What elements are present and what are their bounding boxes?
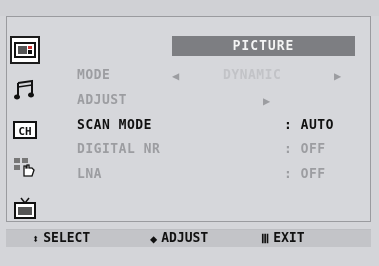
lna-label: LNA <box>77 167 102 182</box>
side-menu: CH <box>8 36 44 222</box>
picture-icon[interactable] <box>10 36 40 64</box>
menu-title-text: PICTURE <box>232 38 295 54</box>
channel-icon[interactable]: CH <box>10 116 40 144</box>
digital-nr-label: DIGITAL NR <box>77 142 161 157</box>
menu-row-lna[interactable]: LNA : OFF <box>77 165 357 185</box>
mode-label: MODE <box>77 68 111 83</box>
scan-mode-label: SCAN MODE <box>77 118 152 133</box>
lna-value: : OFF <box>284 167 326 182</box>
input-icon[interactable] <box>10 194 40 222</box>
digital-nr-value: : OFF <box>284 142 326 157</box>
sound-icon[interactable] <box>10 76 40 104</box>
exit-hint: Ⅲ EXIT <box>261 231 305 246</box>
mode-value: DYNAMIC <box>223 68 282 83</box>
select-hint-text: SELECT <box>43 231 91 246</box>
menu-title: PICTURE <box>172 36 355 56</box>
select-hint: ⬍ SELECT <box>32 231 90 246</box>
menu-row-digital-nr[interactable]: DIGITAL NR : OFF <box>77 140 357 160</box>
osd-screen: CH PICTURE MODE ◀ DYNAMIC ▶ ADJUST ▶ SCA… <box>0 0 379 266</box>
right-arrow-icon[interactable]: ▶ <box>334 69 342 83</box>
menu-icon: Ⅲ <box>261 231 270 246</box>
adjust-label: ADJUST <box>77 93 127 108</box>
top-strip <box>0 0 379 16</box>
menu-row-adjust[interactable]: ADJUST ▶ <box>77 91 357 111</box>
left-right-arrow-icon: ◆ <box>150 231 158 246</box>
exit-hint-text: EXIT <box>273 231 305 246</box>
setup-icon[interactable] <box>10 154 40 182</box>
scan-mode-value: : AUTO <box>284 118 334 133</box>
adjust-hint-text: ADJUST <box>161 231 209 246</box>
menu-row-mode[interactable]: MODE ◀ DYNAMIC ▶ <box>77 66 357 86</box>
left-arrow-icon[interactable]: ◀ <box>172 69 180 83</box>
up-down-arrow-icon: ⬍ <box>32 231 40 246</box>
adjust-arrow-icon[interactable]: ▶ <box>263 94 271 108</box>
menu-row-scan-mode[interactable]: SCAN MODE : AUTO <box>77 116 357 136</box>
adjust-hint: ◆ ADJUST <box>150 231 208 246</box>
svg-text:CH: CH <box>18 125 31 138</box>
help-bar: ⬍ SELECT ◆ ADJUST Ⅲ EXIT <box>6 229 371 247</box>
